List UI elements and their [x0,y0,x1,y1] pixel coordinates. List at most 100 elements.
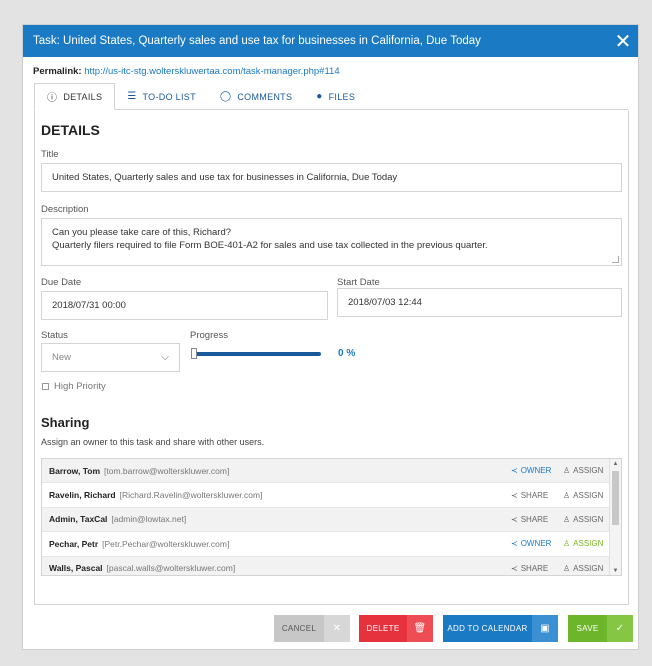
tab-comments-label: COMMENTS [237,91,293,102]
status-label: Status [41,330,68,341]
assign-label: ASSIGN [573,490,604,500]
scroll-down-icon[interactable]: ▼ [610,568,621,574]
assign-label: ASSIGN [573,466,604,476]
user-icon: ♙ [563,466,571,476]
delete-button-label: DELETE [366,624,400,633]
chevron-down-icon: ⌵ [161,352,169,363]
cancel-button-label: CANCEL [281,624,317,633]
sharing-heading: Sharing [41,415,90,430]
save-button-label: SAVE [576,624,599,633]
tab-comments[interactable]: ◯ COMMENTS [208,83,304,110]
list-icon: ☰ [127,91,137,102]
share-user-email: [Richard.Ravelin@wolterskluwer.com] [119,490,263,501]
progress-label: Progress [190,330,229,341]
details-heading: DETAILS [41,122,100,138]
owner-label: OWNER [520,466,552,476]
delete-button[interactable]: DELETE 🗑 [359,615,433,642]
add-to-calendar-button[interactable]: ADD TO CALENDAR ▣ [443,615,558,642]
share-label: SHARE [520,490,549,500]
start-date-field[interactable]: 2018/07/03 12:44 [337,288,622,317]
share-icon: ≺ [511,539,518,549]
details-panel: DETAILS Title United States, Quarterly s… [34,110,629,605]
dialog-titlebar: Task: United States, Quarterly sales and… [23,25,638,57]
start-date-label: Start Date [337,277,380,288]
share-user-email: [admin@lowtax.net] [111,514,187,525]
owner-toggle[interactable]: ≺ OWNER [511,466,563,475]
tab-files-label: FILES [328,91,356,102]
share-user-row: Pechar, Petr [Petr.Pechar@wolterskluwer.c… [42,532,611,557]
status-select[interactable]: New ⌵ [41,343,180,372]
high-priority-label: High Priority [54,381,106,392]
share-toggle[interactable]: ≺ SHARE [511,515,563,524]
title-field[interactable]: United States, Quarterly sales and use t… [41,163,622,192]
share-user-name: Walls, Pascal [49,563,103,574]
share-user-name: Admin, TaxCal [49,514,108,525]
title-label: Title [41,149,59,160]
due-date-label: Due Date [41,277,82,288]
assign-toggle[interactable]: ♙ ASSIGN [563,539,611,548]
cancel-button[interactable]: CANCEL ✕ [274,615,350,642]
scrollbar-thumb[interactable] [612,471,619,525]
assign-toggle[interactable]: ♙ ASSIGN [563,491,611,500]
share-user-email: [pascal.walls@wolterskluwer.com] [106,563,236,574]
share-user-name: Pechar, Petr [49,538,99,549]
due-date-field[interactable]: 2018/07/31 00:00 [41,291,328,320]
description-label: Description [41,204,89,215]
progress-slider-track[interactable] [193,352,321,356]
permalink-label: Permalink: [33,66,82,77]
assign-label: ASSIGN [573,539,604,549]
description-text: Can you please take care of this, Richar… [52,227,488,251]
add-to-calendar-button-label: ADD TO CALENDAR [447,624,528,633]
share-label: SHARE [520,514,549,524]
close-icon[interactable]: ✕ [608,25,638,57]
file-icon: ● [316,91,323,102]
user-icon: ♙ [563,514,571,524]
dialog-title: Task: United States, Quarterly sales and… [33,35,481,47]
tab-bar: ⓘ DETAILS ☰ TO-DO LIST ◯ COMMENTS ● FILE… [34,83,628,110]
tab-to-do-list-label: TO-DO LIST [142,91,196,102]
trash-icon: 🗑 [407,615,433,642]
share-icon: ≺ [511,563,518,573]
assign-toggle[interactable]: ♙ ASSIGN [563,564,611,573]
share-user-row: Barrow, Tom [tom.barrow@wolterskluwer.com… [42,459,611,484]
info-icon: ⓘ [47,93,58,104]
share-icon: ≺ [511,490,518,500]
user-icon: ♙ [563,563,571,573]
checkmark-icon: ✓ [607,615,633,642]
share-icon: ≺ [511,466,518,476]
sharing-subtitle: Assign an owner to this task and share w… [41,437,265,447]
sharing-user-list: Barrow, Tom [tom.barrow@wolterskluwer.com… [41,458,622,576]
tab-details[interactable]: ⓘ DETAILS [34,83,116,110]
share-user-name: Ravelin, Richard [49,490,116,501]
tab-files[interactable]: ● FILES [304,83,367,110]
progress-slider-handle[interactable] [191,348,197,359]
assign-toggle[interactable]: ♙ ASSIGN [563,466,611,475]
assign-toggle[interactable]: ♙ ASSIGN [563,515,611,524]
task-dialog: Task: United States, Quarterly sales and… [22,24,639,650]
scroll-up-icon[interactable]: ▲ [610,461,621,467]
dialog-footer: CANCEL ✕ DELETE 🗑 ADD TO CALENDAR ▣ SAVE… [23,615,638,645]
permalink-row: Permalink: http://us-itc-stg.wolterskluw… [23,57,638,83]
comment-icon: ◯ [219,91,232,102]
share-label: SHARE [520,563,549,573]
high-priority-checkbox[interactable] [42,383,49,390]
tab-details-label: DETAILS [63,91,103,102]
assign-label: ASSIGN [573,514,604,524]
permalink-link[interactable]: http://us-itc-stg.wolterskluwertaa.com/t… [84,66,339,77]
owner-label: OWNER [520,539,552,549]
sharing-scrollbar[interactable]: ▲ ▼ [609,459,621,575]
share-toggle[interactable]: ≺ SHARE [511,491,563,500]
description-field[interactable]: Can you please take care of this, Richar… [41,218,622,266]
save-button[interactable]: SAVE ✓ [568,615,633,642]
calendar-icon: ▣ [532,615,558,642]
close-icon: ✕ [324,615,350,642]
resize-handle-icon[interactable] [612,256,619,263]
owner-toggle[interactable]: ≺ OWNER [511,539,563,548]
user-icon: ♙ [563,490,571,500]
share-toggle[interactable]: ≺ SHARE [511,564,563,573]
progress-percent: 0 % [338,348,356,359]
tab-to-do-list[interactable]: ☰ TO-DO LIST [115,83,208,110]
assign-label: ASSIGN [573,563,604,573]
user-icon: ♙ [563,539,571,549]
share-user-email: [Petr.Pechar@wolterskluwer.com] [102,538,230,549]
